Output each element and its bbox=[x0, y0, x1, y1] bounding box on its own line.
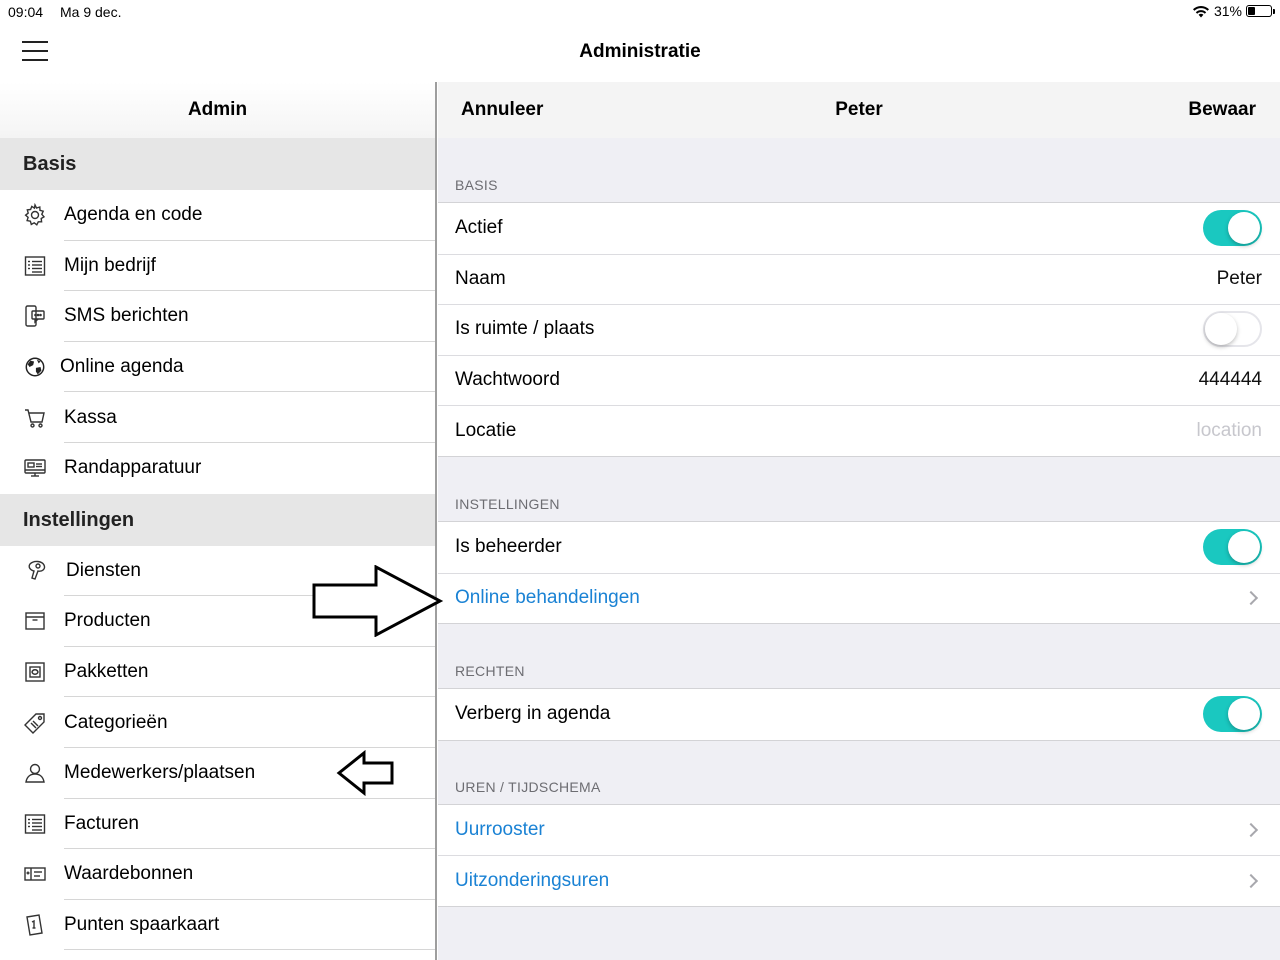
menu-item-label: Punten spaarkaart bbox=[64, 914, 220, 936]
app-title: Administratie bbox=[579, 41, 701, 62]
locatie-input[interactable]: location bbox=[1197, 420, 1263, 442]
gear-icon bbox=[22, 202, 48, 228]
list-icon bbox=[22, 253, 48, 279]
menu-item-label: Categorieën bbox=[64, 711, 168, 733]
menu-item-label: Pakketten bbox=[64, 661, 149, 683]
top-nav: Administratie bbox=[0, 24, 1280, 82]
menu-item-label: Producten bbox=[64, 610, 151, 632]
group-rechten: Verberg in agenda bbox=[438, 688, 1280, 741]
person-icon bbox=[22, 760, 48, 786]
package-icon bbox=[22, 659, 48, 685]
row-label: Locatie bbox=[455, 419, 517, 441]
wifi-icon bbox=[1192, 5, 1209, 17]
menu-item-label: Medewerkers/plaatsen bbox=[64, 762, 256, 784]
status-time: 09:04 bbox=[8, 4, 44, 20]
menu-item-label: Facturen bbox=[64, 812, 139, 834]
menu-item-punten-spaarkaart[interactable]: Punten spaarkaart bbox=[0, 900, 435, 951]
row-label: Is beheerder bbox=[455, 536, 562, 558]
row-naam[interactable]: Naam Peter bbox=[438, 253, 1280, 305]
voucher-icon bbox=[22, 861, 48, 887]
row-label: Uitzonderingsuren bbox=[455, 869, 610, 891]
menu-item-label: Diensten bbox=[66, 559, 141, 581]
detail-title: Peter bbox=[835, 99, 883, 120]
menu-item-categorieen[interactable]: Categorieën bbox=[0, 697, 435, 748]
status-date: Ma 9 dec. bbox=[60, 4, 122, 20]
group-instellingen: Is beheerder Online behandelingen bbox=[438, 520, 1280, 625]
status-bar: 09:04 Ma 9 dec. 31% bbox=[0, 0, 1280, 24]
row-actief: Actief bbox=[438, 203, 1280, 254]
row-is-ruimte-plaats: Is ruimte / plaats bbox=[438, 304, 1280, 355]
menu-item-label: Mijn bedrijf bbox=[64, 254, 156, 276]
chevron-right-icon bbox=[1243, 822, 1259, 838]
row-locatie[interactable]: Locatie location bbox=[438, 405, 1280, 456]
menu-item-online-agenda[interactable]: Online agenda bbox=[0, 342, 435, 393]
menu-item-label: SMS berichten bbox=[64, 305, 189, 327]
tags-icon bbox=[22, 710, 48, 736]
wachtwoord-value[interactable]: 444444 bbox=[1199, 369, 1262, 391]
hairdryer-icon bbox=[24, 558, 50, 584]
battery-fill bbox=[1248, 7, 1255, 15]
globe-icon bbox=[22, 354, 48, 380]
menu-item-mijn-bedrijf[interactable]: Mijn bedrijf bbox=[0, 241, 435, 292]
row-label: Actief bbox=[455, 217, 503, 239]
annotation-arrow-right-icon bbox=[312, 565, 444, 637]
actief-toggle[interactable] bbox=[1203, 210, 1262, 247]
battery-icon bbox=[1246, 5, 1275, 17]
menu-item-waardebonnen[interactable]: Waardebonnen bbox=[0, 849, 435, 900]
row-label: Wachtwoord bbox=[455, 369, 560, 391]
sidebar-header: Admin bbox=[0, 82, 435, 138]
devices-icon bbox=[22, 455, 48, 481]
row-label: Is ruimte / plaats bbox=[455, 318, 595, 340]
sms-phone-icon bbox=[22, 303, 48, 329]
detail-pane: Annuleer Peter Bewaar BASIS Actief Naam … bbox=[438, 82, 1280, 960]
annotation-arrow-left-icon bbox=[336, 750, 394, 796]
battery-percent: 31% bbox=[1213, 3, 1242, 19]
row-uurrooster[interactable]: Uurrooster bbox=[438, 805, 1280, 856]
section-basis: Basis bbox=[0, 138, 435, 190]
menu-item-pakketten[interactable]: Pakketten bbox=[0, 647, 435, 698]
menu-item-sms-berichten[interactable]: SMS berichten bbox=[0, 291, 435, 342]
menu-item-facturen[interactable]: Facturen bbox=[0, 799, 435, 850]
group-basis: Actief Naam Peter Is ruimte / plaats Wac… bbox=[438, 202, 1280, 457]
row-uitzonderingsuren[interactable]: Uitzonderingsuren bbox=[438, 855, 1280, 906]
status-right: 31% bbox=[1192, 3, 1275, 19]
row-verberg-in-agenda: Verberg in agenda bbox=[438, 689, 1280, 740]
box-icon bbox=[22, 608, 48, 634]
detail-nav-bar: Annuleer Peter Bewaar bbox=[438, 82, 1280, 138]
naam-value[interactable]: Peter bbox=[1217, 268, 1262, 290]
section-instellingen: Instellingen bbox=[0, 493, 435, 546]
menu-item-agenda-en-code[interactable]: Agenda en code bbox=[0, 190, 435, 241]
beheerder-toggle[interactable] bbox=[1203, 529, 1262, 566]
group-uren: Uurrooster Uitzonderingsuren bbox=[438, 803, 1280, 907]
chevron-right-icon bbox=[1243, 590, 1259, 605]
group-label-uren: UREN / TIJDSCHEMA bbox=[455, 778, 601, 795]
group-label-instellingen: INSTELLINGEN bbox=[455, 495, 560, 512]
row-label: Online behandelingen bbox=[455, 586, 640, 608]
menu-item-label: Randapparatuur bbox=[64, 457, 202, 479]
menu-item-label: Online agenda bbox=[60, 356, 184, 378]
row-label: Verberg in agenda bbox=[455, 703, 611, 725]
menu-item-label: Agenda en code bbox=[64, 204, 203, 226]
row-wachtwoord[interactable]: Wachtwoord 444444 bbox=[438, 354, 1280, 406]
row-online-behandelingen[interactable]: Online behandelingen bbox=[438, 572, 1280, 624]
ruimte-toggle[interactable] bbox=[1203, 311, 1262, 348]
menu-item-label: Waardebonnen bbox=[64, 863, 194, 885]
row-label: Naam bbox=[455, 267, 506, 289]
group-label-rechten: RECHTEN bbox=[455, 663, 525, 680]
group-label-basis: BASIS bbox=[455, 177, 498, 193]
cart-icon bbox=[22, 405, 48, 431]
chevron-right-icon bbox=[1243, 873, 1259, 888]
row-label: Uurrooster bbox=[455, 819, 545, 841]
menu-item-label: Kassa bbox=[64, 406, 117, 428]
admin-sidebar: Admin Basis Agenda en code Mijn bedrijf bbox=[0, 82, 437, 960]
save-button[interactable]: Bewaar bbox=[1188, 99, 1256, 121]
menu-item-kassa[interactable]: Kassa bbox=[0, 392, 435, 443]
loyalty-card-icon bbox=[22, 912, 48, 938]
invoice-icon bbox=[22, 811, 48, 837]
row-is-beheerder: Is beheerder bbox=[438, 522, 1280, 573]
verberg-toggle[interactable] bbox=[1203, 696, 1262, 733]
menu-item-randapparatuur[interactable]: Randapparatuur bbox=[0, 443, 435, 494]
